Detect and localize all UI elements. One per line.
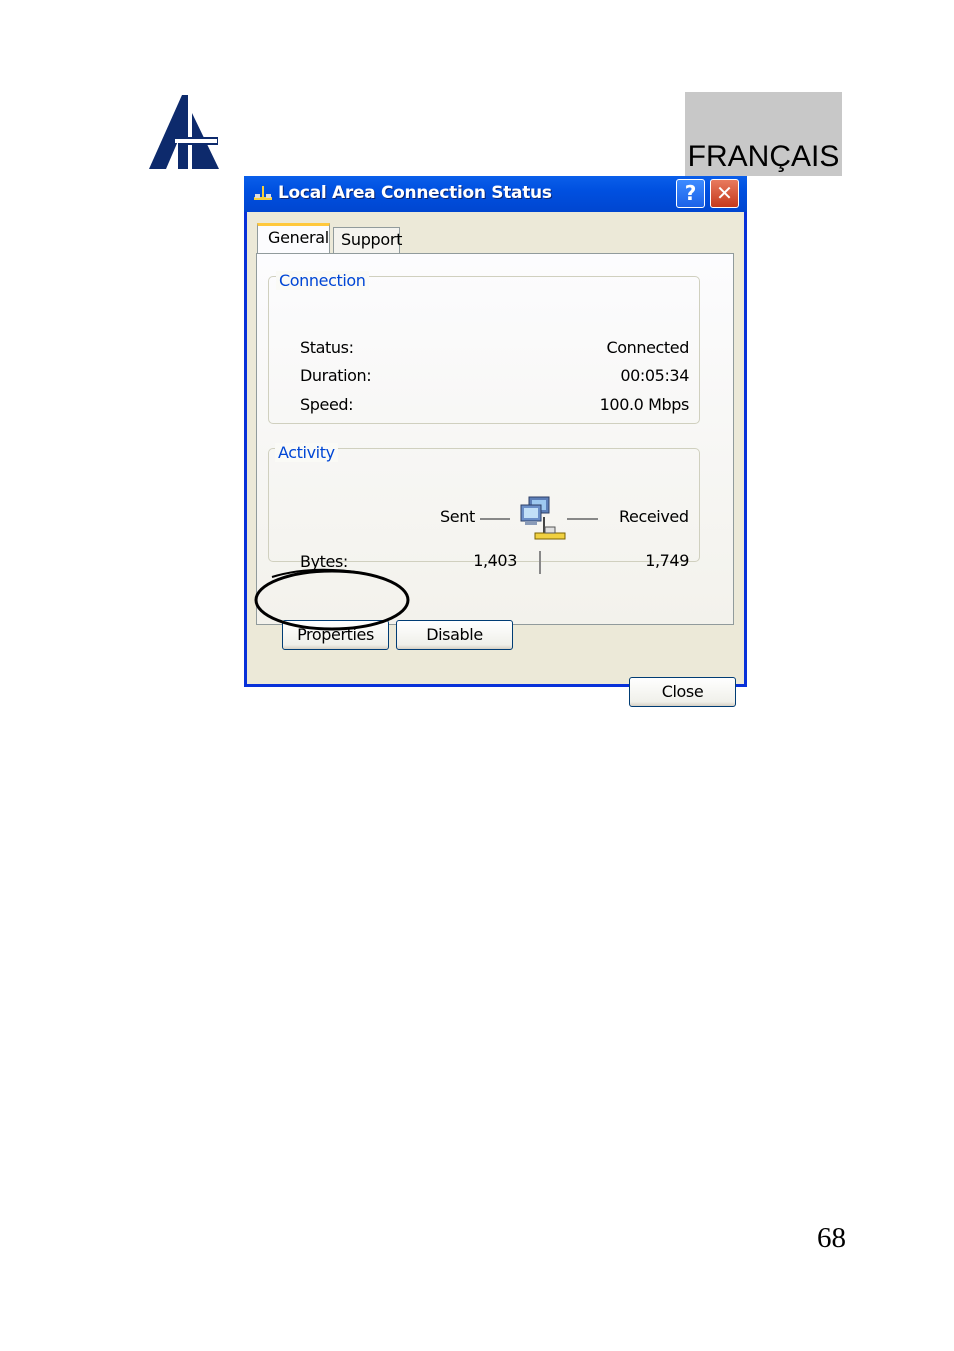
connection-group-title: Connection: [276, 271, 369, 290]
properties-button[interactable]: Properties: [282, 620, 389, 650]
close-icon: ✕: [716, 181, 733, 205]
sent-label: Sent: [440, 507, 475, 526]
close-button[interactable]: Close: [629, 677, 736, 707]
window-title: Local Area Connection Status: [278, 183, 552, 203]
tab-support[interactable]: Support: [333, 227, 402, 253]
duration-value: 00:05:34: [620, 366, 689, 385]
activity-divider: [539, 551, 541, 574]
help-button[interactable]: ?: [676, 179, 705, 208]
status-dialog: Local Area Connection Status ? ✕ General…: [244, 176, 747, 707]
sent-line: [480, 518, 510, 520]
bytes-label: Bytes:: [300, 552, 348, 571]
received-label: Received: [619, 507, 689, 526]
title-bar[interactable]: Local Area Connection Status ? ✕: [244, 176, 747, 212]
network-connection-icon: [254, 186, 272, 200]
duration-label: Duration:: [300, 366, 372, 385]
bytes-received-value: 1,749: [645, 551, 689, 570]
speed-value: 100.0 Mbps: [599, 395, 690, 414]
network-computers-icon: [520, 496, 566, 540]
status-value: Connected: [606, 338, 689, 357]
disable-button[interactable]: Disable: [396, 620, 513, 650]
dialog-body: General Support Connection Status: Conne…: [247, 212, 744, 707]
brand-logo: [149, 95, 219, 169]
tab-general[interactable]: General: [257, 223, 330, 253]
activity-group-title: Activity: [275, 443, 338, 462]
speed-label: Speed:: [300, 395, 354, 414]
language-label: FRANÇAIS: [687, 140, 840, 173]
activity-group: [268, 448, 700, 562]
window-close-button[interactable]: ✕: [710, 179, 739, 208]
status-label: Status:: [300, 338, 354, 357]
bytes-sent-value: 1,403: [473, 551, 517, 570]
received-line: [567, 518, 598, 520]
page-number: 68: [817, 1222, 846, 1254]
